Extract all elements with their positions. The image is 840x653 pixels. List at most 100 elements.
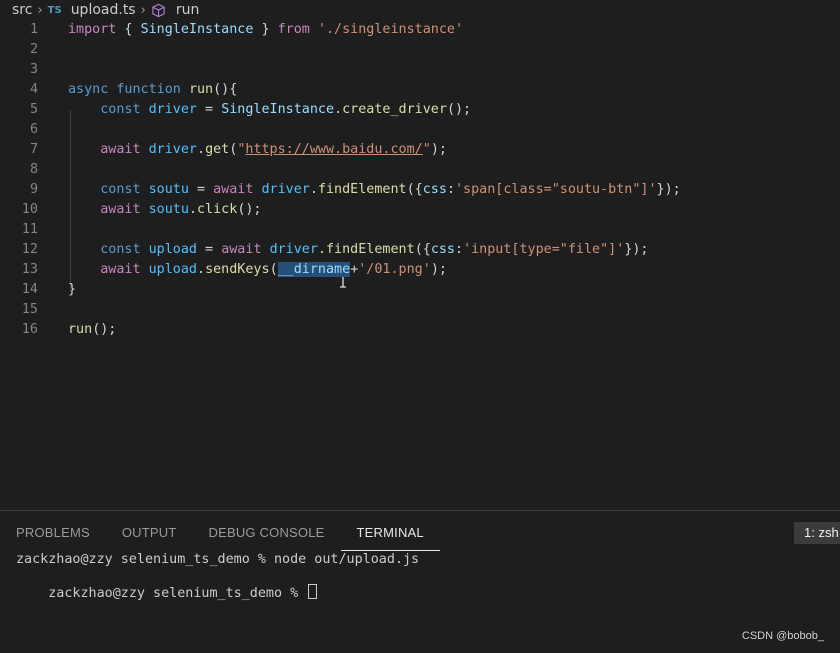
code-text: async function run(){ — [68, 80, 237, 100]
code-token: css — [430, 242, 455, 257]
code-token: . — [197, 262, 206, 277]
breadcrumb-folder[interactable]: src — [12, 2, 32, 18]
code-token: (); — [92, 322, 117, 337]
line-number: 15 — [21, 302, 38, 317]
code-text: const upload = await driver.findElement(… — [68, 240, 648, 260]
code-token: . — [309, 182, 318, 197]
line-number: 16 — [21, 322, 38, 337]
terminal-prompt-line[interactable]: zackzhao@zzy selenium_ts_demo % — [16, 568, 318, 601]
code-token: (); — [446, 102, 472, 117]
code-token: driver — [148, 102, 197, 117]
code-token: } — [253, 22, 278, 37]
tab-debug-console[interactable]: DEBUG CONSOLE — [193, 511, 341, 547]
line-number: 7 — [29, 142, 38, 157]
code-token: await — [213, 182, 254, 197]
line-number: 5 — [29, 102, 38, 117]
code-line[interactable]: 5 const driver = SingleInstance.create_d… — [0, 100, 840, 120]
code-line[interactable]: 10 await soutu.click(); — [0, 200, 840, 220]
code-text: import { SingleInstance } from './single… — [68, 20, 463, 40]
typescript-file-icon: TS — [47, 4, 62, 16]
code-token: ({ — [406, 182, 423, 197]
terminal-select-dropdown[interactable]: 1: zsh — [794, 522, 840, 544]
code-token: soutu — [148, 202, 189, 217]
code-token: 'span[class="soutu-btn"]' — [455, 182, 657, 197]
code-token: (); — [237, 202, 262, 217]
code-line[interactable]: 6 — [0, 120, 840, 140]
code-token: ); — [430, 142, 447, 157]
code-token: SingleInstance — [140, 22, 254, 37]
code-line[interactable]: 2 — [0, 40, 840, 60]
code-editor[interactable]: 1 import { SingleInstance } from './singl… — [0, 20, 840, 510]
line-number: 2 — [29, 42, 38, 57]
code-token: driver — [148, 142, 197, 157]
code-token: . — [197, 142, 206, 157]
tab-output[interactable]: OUTPUT — [106, 511, 193, 547]
code-token: const — [100, 102, 141, 117]
code-line[interactable]: 16 run(); — [0, 320, 840, 340]
code-line[interactable]: 8 — [0, 160, 840, 180]
line-number: 12 — [21, 242, 38, 257]
code-token: await — [100, 262, 141, 277]
code-token: upload — [148, 262, 197, 277]
code-token: from — [277, 22, 310, 37]
code-line[interactable]: 11 — [0, 220, 840, 240]
line-number: 1 — [29, 22, 38, 37]
code-token: sendKeys — [205, 262, 270, 277]
code-token: = — [197, 242, 222, 257]
code-token: ({ — [414, 242, 431, 257]
code-token: soutu — [148, 182, 189, 197]
tab-problems[interactable]: PROBLEMS — [0, 511, 106, 547]
terminal-cursor — [308, 584, 318, 599]
code-text: } — [68, 280, 76, 300]
method-cube-icon — [151, 3, 166, 18]
code-token: click — [197, 202, 238, 217]
line-number: 8 — [29, 162, 38, 177]
code-line[interactable]: 7 await driver.get("https://www.baidu.co… — [0, 140, 840, 160]
code-token: '/01.png' — [358, 262, 431, 277]
code-token: css — [422, 182, 447, 197]
panel-tabs: PROBLEMS OUTPUT DEBUG CONSOLE TERMINAL — [0, 511, 840, 551]
terminal-line: zackzhao@zzy selenium_ts_demo % node out… — [16, 552, 420, 567]
code-line[interactable]: 1 import { SingleInstance } from './singl… — [0, 20, 840, 40]
code-line[interactable]: 13 await upload.sendKeys(__dirname+'/01.… — [0, 260, 840, 280]
code-token: async — [68, 82, 109, 97]
terminal-prompt: zackzhao@zzy selenium_ts_demo % — [48, 586, 307, 601]
code-token: { — [116, 22, 141, 37]
code-text: await upload.sendKeys(__dirname+'/01.png… — [68, 260, 447, 280]
tab-terminal[interactable]: TERMINAL — [340, 511, 441, 551]
line-number: 6 — [29, 122, 38, 137]
line-number: 4 — [29, 82, 38, 97]
code-token: . — [188, 202, 197, 217]
line-number: 14 — [21, 282, 38, 297]
code-token: const — [100, 242, 141, 257]
code-line[interactable]: 14} — [0, 280, 840, 300]
breadcrumb-file[interactable]: upload.ts — [71, 2, 136, 18]
code-line[interactable]: 9 const soutu = await driver.findElement… — [0, 180, 840, 200]
breadcrumb-symbol[interactable]: run — [176, 2, 200, 18]
code-token: : — [446, 182, 455, 197]
code-token: ); — [430, 262, 447, 277]
line-number: 9 — [29, 182, 38, 197]
code-token: driver — [261, 182, 310, 197]
code-line[interactable]: 12 const upload = await driver.findEleme… — [0, 240, 840, 260]
code-line[interactable]: 3 — [0, 60, 840, 80]
code-token: await — [100, 202, 141, 217]
code-line[interactable]: 15 — [0, 300, 840, 320]
code-token: https://www.baidu.com/ — [245, 142, 423, 157]
code-line[interactable]: 4 async function run(){ — [0, 80, 840, 100]
code-token: = — [197, 102, 222, 117]
code-token: findElement — [326, 242, 415, 257]
code-text: const soutu = await driver.findElement({… — [68, 180, 680, 200]
